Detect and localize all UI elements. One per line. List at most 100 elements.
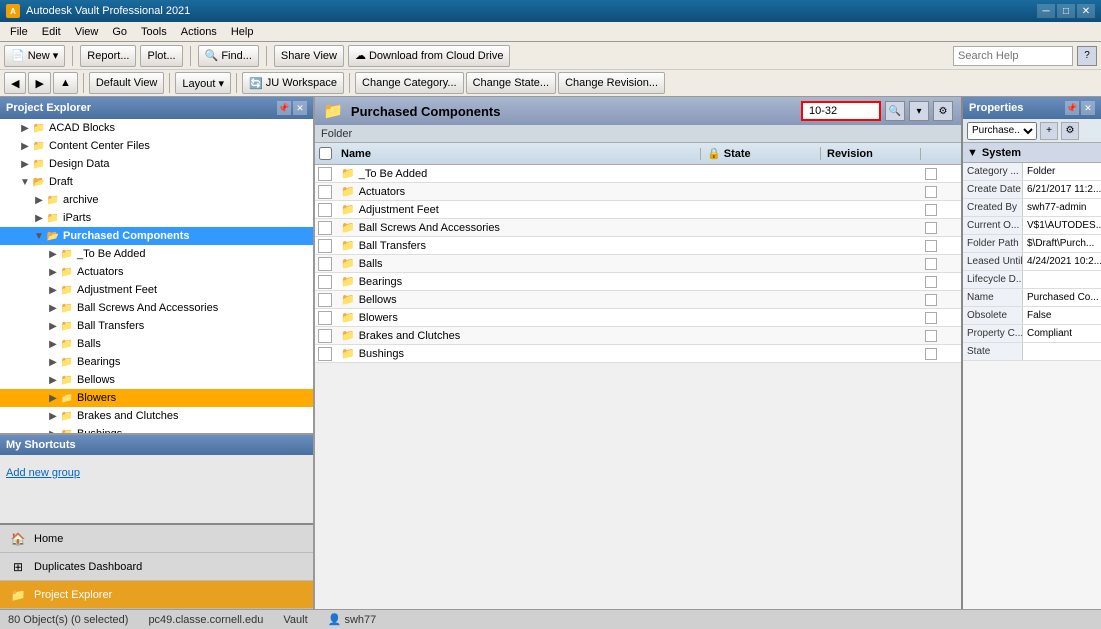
row-checkbox[interactable] bbox=[318, 275, 332, 289]
tree-item[interactable]: ▶📁Ball Transfers bbox=[0, 317, 313, 335]
tree-expander-icon[interactable]: ▼ bbox=[32, 229, 46, 243]
panel-header-controls[interactable]: 📌 ✕ bbox=[277, 101, 307, 115]
tree-item[interactable]: ▶📁iParts bbox=[0, 209, 313, 227]
title-bar-controls[interactable]: ─ □ ✕ bbox=[1037, 4, 1095, 18]
nav-duplicates[interactable]: ⊞ Duplicates Dashboard bbox=[0, 553, 313, 581]
row-checkbox[interactable] bbox=[318, 257, 332, 271]
table-row[interactable]: 📁 Bushings bbox=[315, 345, 961, 363]
panel-close-button[interactable]: ✕ bbox=[293, 101, 307, 115]
table-row[interactable]: 📁 Bellows bbox=[315, 291, 961, 309]
tree-expander-icon[interactable]: ▶ bbox=[46, 319, 60, 333]
panel-pin-button[interactable]: 📌 bbox=[277, 101, 291, 115]
tree-item[interactable]: ▶📁Content Center Files bbox=[0, 137, 313, 155]
select-all-checkbox[interactable] bbox=[319, 147, 332, 160]
row-cb-checkbox[interactable] bbox=[925, 294, 937, 306]
row-cb-checkbox[interactable] bbox=[925, 186, 937, 198]
find-button[interactable]: 🔍 Find... bbox=[198, 45, 259, 67]
row-cb-checkbox[interactable] bbox=[925, 330, 937, 342]
table-row[interactable]: 📁 Blowers bbox=[315, 309, 961, 327]
row-cb-checkbox[interactable] bbox=[925, 222, 937, 234]
menu-actions[interactable]: Actions bbox=[175, 24, 223, 40]
row-checkbox[interactable] bbox=[318, 311, 332, 325]
tree-expander-icon[interactable]: ▶ bbox=[46, 391, 60, 405]
tree-expander-icon[interactable]: ▶ bbox=[46, 283, 60, 297]
properties-controls[interactable]: 📌 ✕ bbox=[1065, 101, 1095, 115]
properties-add-button[interactable]: + bbox=[1040, 122, 1058, 140]
tree-item[interactable]: ▶📁Adjustment Feet bbox=[0, 281, 313, 299]
tree-item[interactable]: ▶📁Ball Screws And Accessories bbox=[0, 299, 313, 317]
row-checkbox[interactable] bbox=[318, 185, 332, 199]
tree-item[interactable]: ▼📂Purchased Components bbox=[0, 227, 313, 245]
col-name-header[interactable]: Name bbox=[335, 148, 701, 160]
change-category-button[interactable]: Change Category... bbox=[355, 72, 464, 94]
row-checkbox-cell[interactable] bbox=[315, 221, 335, 235]
tree-expander-icon[interactable]: ▶ bbox=[18, 139, 32, 153]
tree-expander-icon[interactable]: ▶ bbox=[46, 355, 60, 369]
report-button[interactable]: Report... bbox=[80, 45, 136, 67]
row-checkbox-cell[interactable] bbox=[315, 311, 335, 325]
close-button[interactable]: ✕ bbox=[1077, 4, 1095, 18]
row-checkbox[interactable] bbox=[318, 239, 332, 253]
row-cb-checkbox[interactable] bbox=[925, 348, 937, 360]
row-checkbox-cell[interactable] bbox=[315, 185, 335, 199]
new-button[interactable]: 📄 New ▾ bbox=[4, 45, 65, 67]
menu-go[interactable]: Go bbox=[106, 24, 133, 40]
plot-button[interactable]: Plot... bbox=[140, 45, 182, 67]
search-help-button[interactable]: ? bbox=[1077, 46, 1097, 66]
table-row[interactable]: 📁 Actuators bbox=[315, 183, 961, 201]
center-search-settings[interactable]: ⚙ bbox=[933, 101, 953, 121]
maximize-button[interactable]: □ bbox=[1057, 4, 1075, 18]
minimize-button[interactable]: ─ bbox=[1037, 4, 1055, 18]
nav-home[interactable]: 🏠 Home bbox=[0, 525, 313, 553]
tree-expander-icon[interactable]: ▶ bbox=[46, 373, 60, 387]
table-row[interactable]: 📁 Adjustment Feet bbox=[315, 201, 961, 219]
back-button[interactable]: ◀ bbox=[4, 72, 26, 94]
table-row[interactable]: 📁 Bearings bbox=[315, 273, 961, 291]
row-checkbox-cell[interactable] bbox=[315, 203, 335, 217]
tree-item[interactable]: ▶📁Brakes and Clutches bbox=[0, 407, 313, 425]
share-view-button[interactable]: Share View bbox=[274, 45, 344, 67]
center-search-button[interactable]: 🔍 bbox=[885, 101, 905, 121]
menu-help[interactable]: Help bbox=[225, 24, 260, 40]
tree-item[interactable]: ▶📁Design Data bbox=[0, 155, 313, 173]
tree-expander-icon[interactable]: ▶ bbox=[46, 265, 60, 279]
row-checkbox[interactable] bbox=[318, 293, 332, 307]
row-checkbox[interactable] bbox=[318, 329, 332, 343]
tree-expander-icon[interactable]: ▶ bbox=[46, 301, 60, 315]
row-checkbox[interactable] bbox=[318, 221, 332, 235]
table-row[interactable]: 📁 Ball Screws And Accessories bbox=[315, 219, 961, 237]
row-cb-checkbox[interactable] bbox=[925, 168, 937, 180]
row-checkbox-cell[interactable] bbox=[315, 329, 335, 343]
change-revision-button[interactable]: Change Revision... bbox=[558, 72, 665, 94]
add-group-link[interactable]: Add new group bbox=[0, 463, 313, 483]
row-cb-checkbox[interactable] bbox=[925, 312, 937, 324]
tree-expander-icon[interactable]: ▶ bbox=[46, 337, 60, 351]
table-row[interactable]: 📁 Ball Transfers bbox=[315, 237, 961, 255]
tree-item[interactable]: ▶📁Actuators bbox=[0, 263, 313, 281]
tree-item[interactable]: ▶📁Bellows bbox=[0, 371, 313, 389]
tree-item[interactable]: ▶📁Balls bbox=[0, 335, 313, 353]
row-checkbox[interactable] bbox=[318, 347, 332, 361]
tree-item[interactable]: ▶📁Bearings bbox=[0, 353, 313, 371]
properties-dropdown[interactable]: Purchase... bbox=[967, 122, 1037, 140]
tree-expander-icon[interactable]: ▼ bbox=[18, 175, 32, 189]
row-cb-checkbox[interactable] bbox=[925, 258, 937, 270]
row-cb-checkbox[interactable] bbox=[925, 204, 937, 216]
tree-item[interactable]: ▶📁ACAD Blocks bbox=[0, 119, 313, 137]
change-state-button[interactable]: Change State... bbox=[466, 72, 556, 94]
menu-file[interactable]: File bbox=[4, 24, 34, 40]
download-cloud-button[interactable]: ☁ Download from Cloud Drive bbox=[348, 45, 511, 67]
menu-view[interactable]: View bbox=[69, 24, 105, 40]
table-row[interactable]: 📁 _To Be Added bbox=[315, 165, 961, 183]
search-help-input[interactable] bbox=[953, 46, 1073, 66]
center-search-input[interactable] bbox=[801, 101, 881, 121]
tree-expander-icon[interactable]: ▶ bbox=[18, 157, 32, 171]
table-row[interactable]: 📁 Brakes and Clutches bbox=[315, 327, 961, 345]
menu-edit[interactable]: Edit bbox=[36, 24, 67, 40]
default-view-button[interactable]: Default View bbox=[89, 72, 165, 94]
properties-pin-button[interactable]: 📌 bbox=[1065, 101, 1079, 115]
row-checkbox-cell[interactable] bbox=[315, 275, 335, 289]
row-cb-checkbox[interactable] bbox=[925, 276, 937, 288]
properties-close-button[interactable]: ✕ bbox=[1081, 101, 1095, 115]
row-checkbox-cell[interactable] bbox=[315, 347, 335, 361]
